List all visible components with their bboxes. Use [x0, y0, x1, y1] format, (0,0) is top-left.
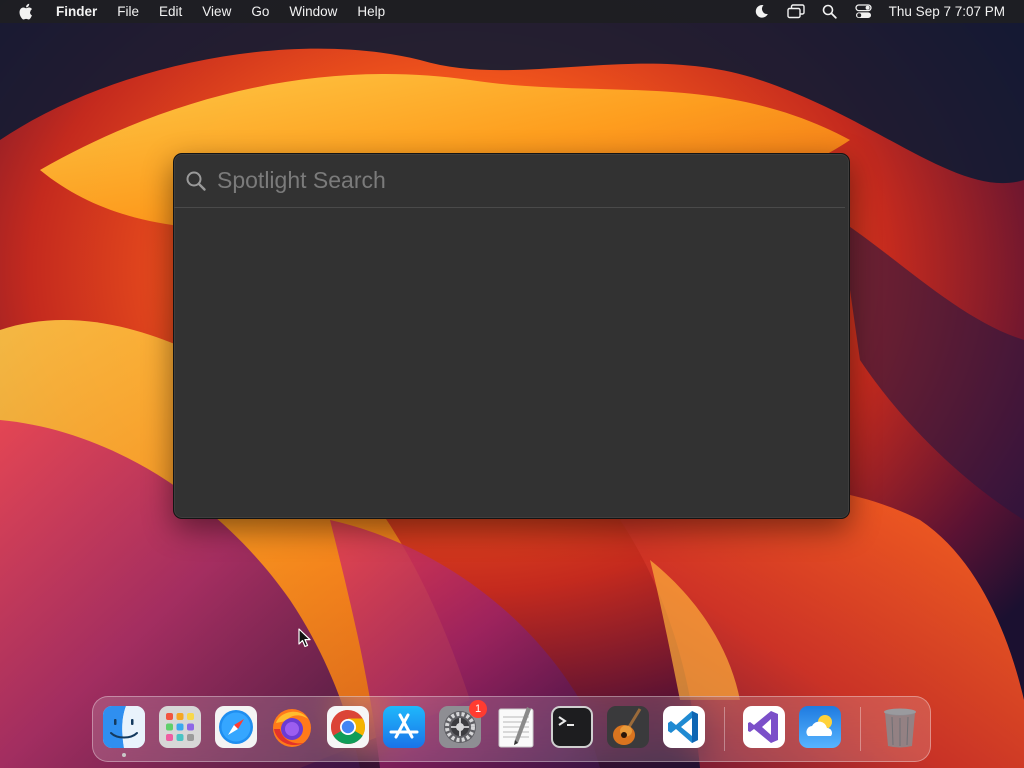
textedit-icon [498, 707, 534, 748]
menu-view[interactable]: View [192, 0, 241, 23]
dock-item-chrome[interactable] [326, 705, 370, 749]
dock-item-textedit[interactable] [494, 705, 538, 749]
dock-item-terminal[interactable] [550, 705, 594, 749]
dock-separator [724, 707, 725, 751]
moon-icon[interactable] [753, 4, 771, 20]
dock-separator [860, 707, 861, 751]
garageband-icon [607, 706, 649, 748]
terminal-icon [551, 706, 593, 748]
spotlight-results-area [174, 208, 845, 518]
spotlight-window [173, 153, 850, 519]
spotlight-search-input[interactable] [213, 165, 849, 196]
notification-badge: 1 [469, 700, 487, 718]
firefox-icon [273, 709, 311, 747]
vscode-icon [663, 706, 705, 748]
dock-item-trash[interactable] [878, 705, 922, 749]
dock-item-visual-studio[interactable] [742, 705, 786, 749]
spotlight-search-bar [174, 154, 849, 208]
menu-file[interactable]: File [107, 0, 149, 23]
dock-item-firefox[interactable] [270, 705, 314, 749]
search-icon [186, 171, 206, 191]
dock-item-vscode[interactable] [662, 705, 706, 749]
dock-item-launchpad[interactable] [158, 705, 202, 749]
dock: 1 [92, 696, 931, 762]
menu-help[interactable]: Help [347, 0, 395, 23]
safari-icon [215, 706, 257, 748]
control-center-icon[interactable] [855, 4, 873, 20]
menu-edit[interactable]: Edit [149, 0, 192, 23]
menu-finder[interactable]: Finder [48, 0, 107, 23]
running-indicator [122, 753, 126, 757]
dock-item-safari[interactable] [214, 705, 258, 749]
dock-item-weather[interactable] [798, 705, 842, 749]
screen-mirroring-icon[interactable] [786, 4, 805, 20]
app-store-icon [383, 706, 425, 748]
menu-bar: Finder File Edit View Go Window Help Thu… [0, 0, 1024, 23]
chrome-icon [327, 706, 369, 748]
apple-menu-icon[interactable] [18, 3, 34, 21]
dock-item-garageband[interactable] [606, 705, 650, 749]
dock-item-system-settings[interactable]: 1 [438, 700, 487, 749]
weather-icon [799, 706, 841, 748]
dock-item-app-store[interactable] [382, 705, 426, 749]
visual-studio-icon [743, 706, 785, 748]
menu-go[interactable]: Go [241, 0, 279, 23]
search-icon[interactable] [821, 4, 839, 20]
dock-item-finder[interactable] [102, 705, 146, 757]
mouse-cursor-icon [298, 628, 311, 648]
finder-icon [103, 706, 145, 748]
menu-bar-clock[interactable]: Thu Sep 7 7:07 PM [889, 4, 1005, 19]
trash-icon [884, 708, 916, 748]
launchpad-icon [159, 706, 201, 748]
menu-window[interactable]: Window [279, 0, 347, 23]
